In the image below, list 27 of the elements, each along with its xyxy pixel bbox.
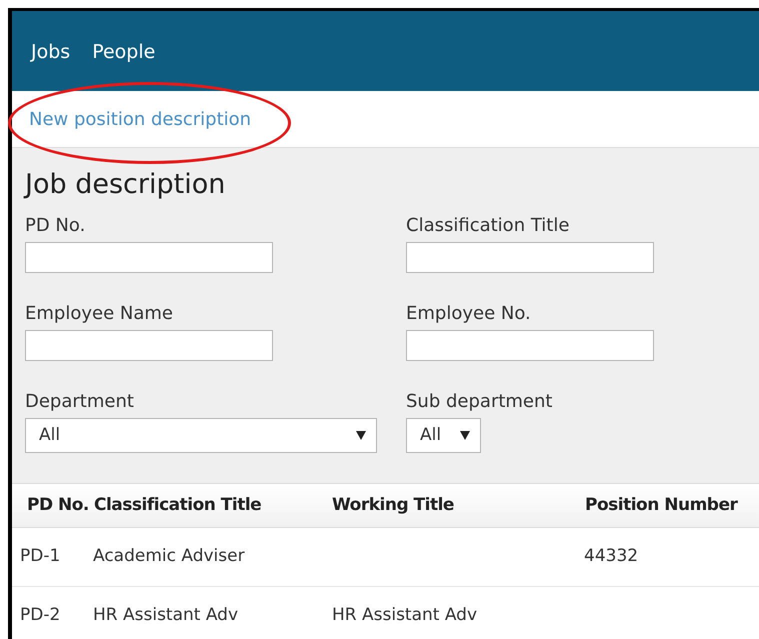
field-label: Employee No. — [406, 302, 532, 326]
dropdown[interactable]: All — [25, 418, 377, 453]
page-title: Job description — [25, 168, 226, 202]
caret-icon — [356, 431, 366, 440]
column-header: Working Title — [332, 494, 455, 517]
column-header: Position Number — [585, 494, 739, 517]
table-cell: Academic Adviser — [93, 546, 245, 566]
text-field[interactable] — [406, 242, 654, 273]
table-cell: PD-1 — [20, 546, 60, 566]
field-label: PD No. — [25, 214, 86, 238]
column-header: Classification Title — [94, 494, 262, 517]
field-label: Classification Title — [406, 214, 570, 238]
dropdown[interactable]: All — [406, 418, 481, 453]
nav-link[interactable]: People — [92, 38, 156, 66]
nav-link[interactable]: Jobs — [31, 38, 70, 66]
field-label: Employee Name — [25, 302, 174, 326]
table-cell: HR Assistant Adv — [93, 605, 238, 626]
text-field[interactable] — [25, 330, 273, 361]
field-label: Department — [25, 390, 135, 414]
table-cell: HR Assistant Adv — [332, 605, 478, 626]
column-header: PD No. — [26, 494, 90, 517]
text-field[interactable] — [25, 242, 273, 273]
caret-icon — [460, 431, 470, 440]
table-cell: 44332 — [584, 546, 638, 566]
field-label: Sub department — [406, 390, 554, 414]
table-cell: PD-2 — [20, 605, 60, 626]
text-field[interactable] — [406, 330, 654, 361]
